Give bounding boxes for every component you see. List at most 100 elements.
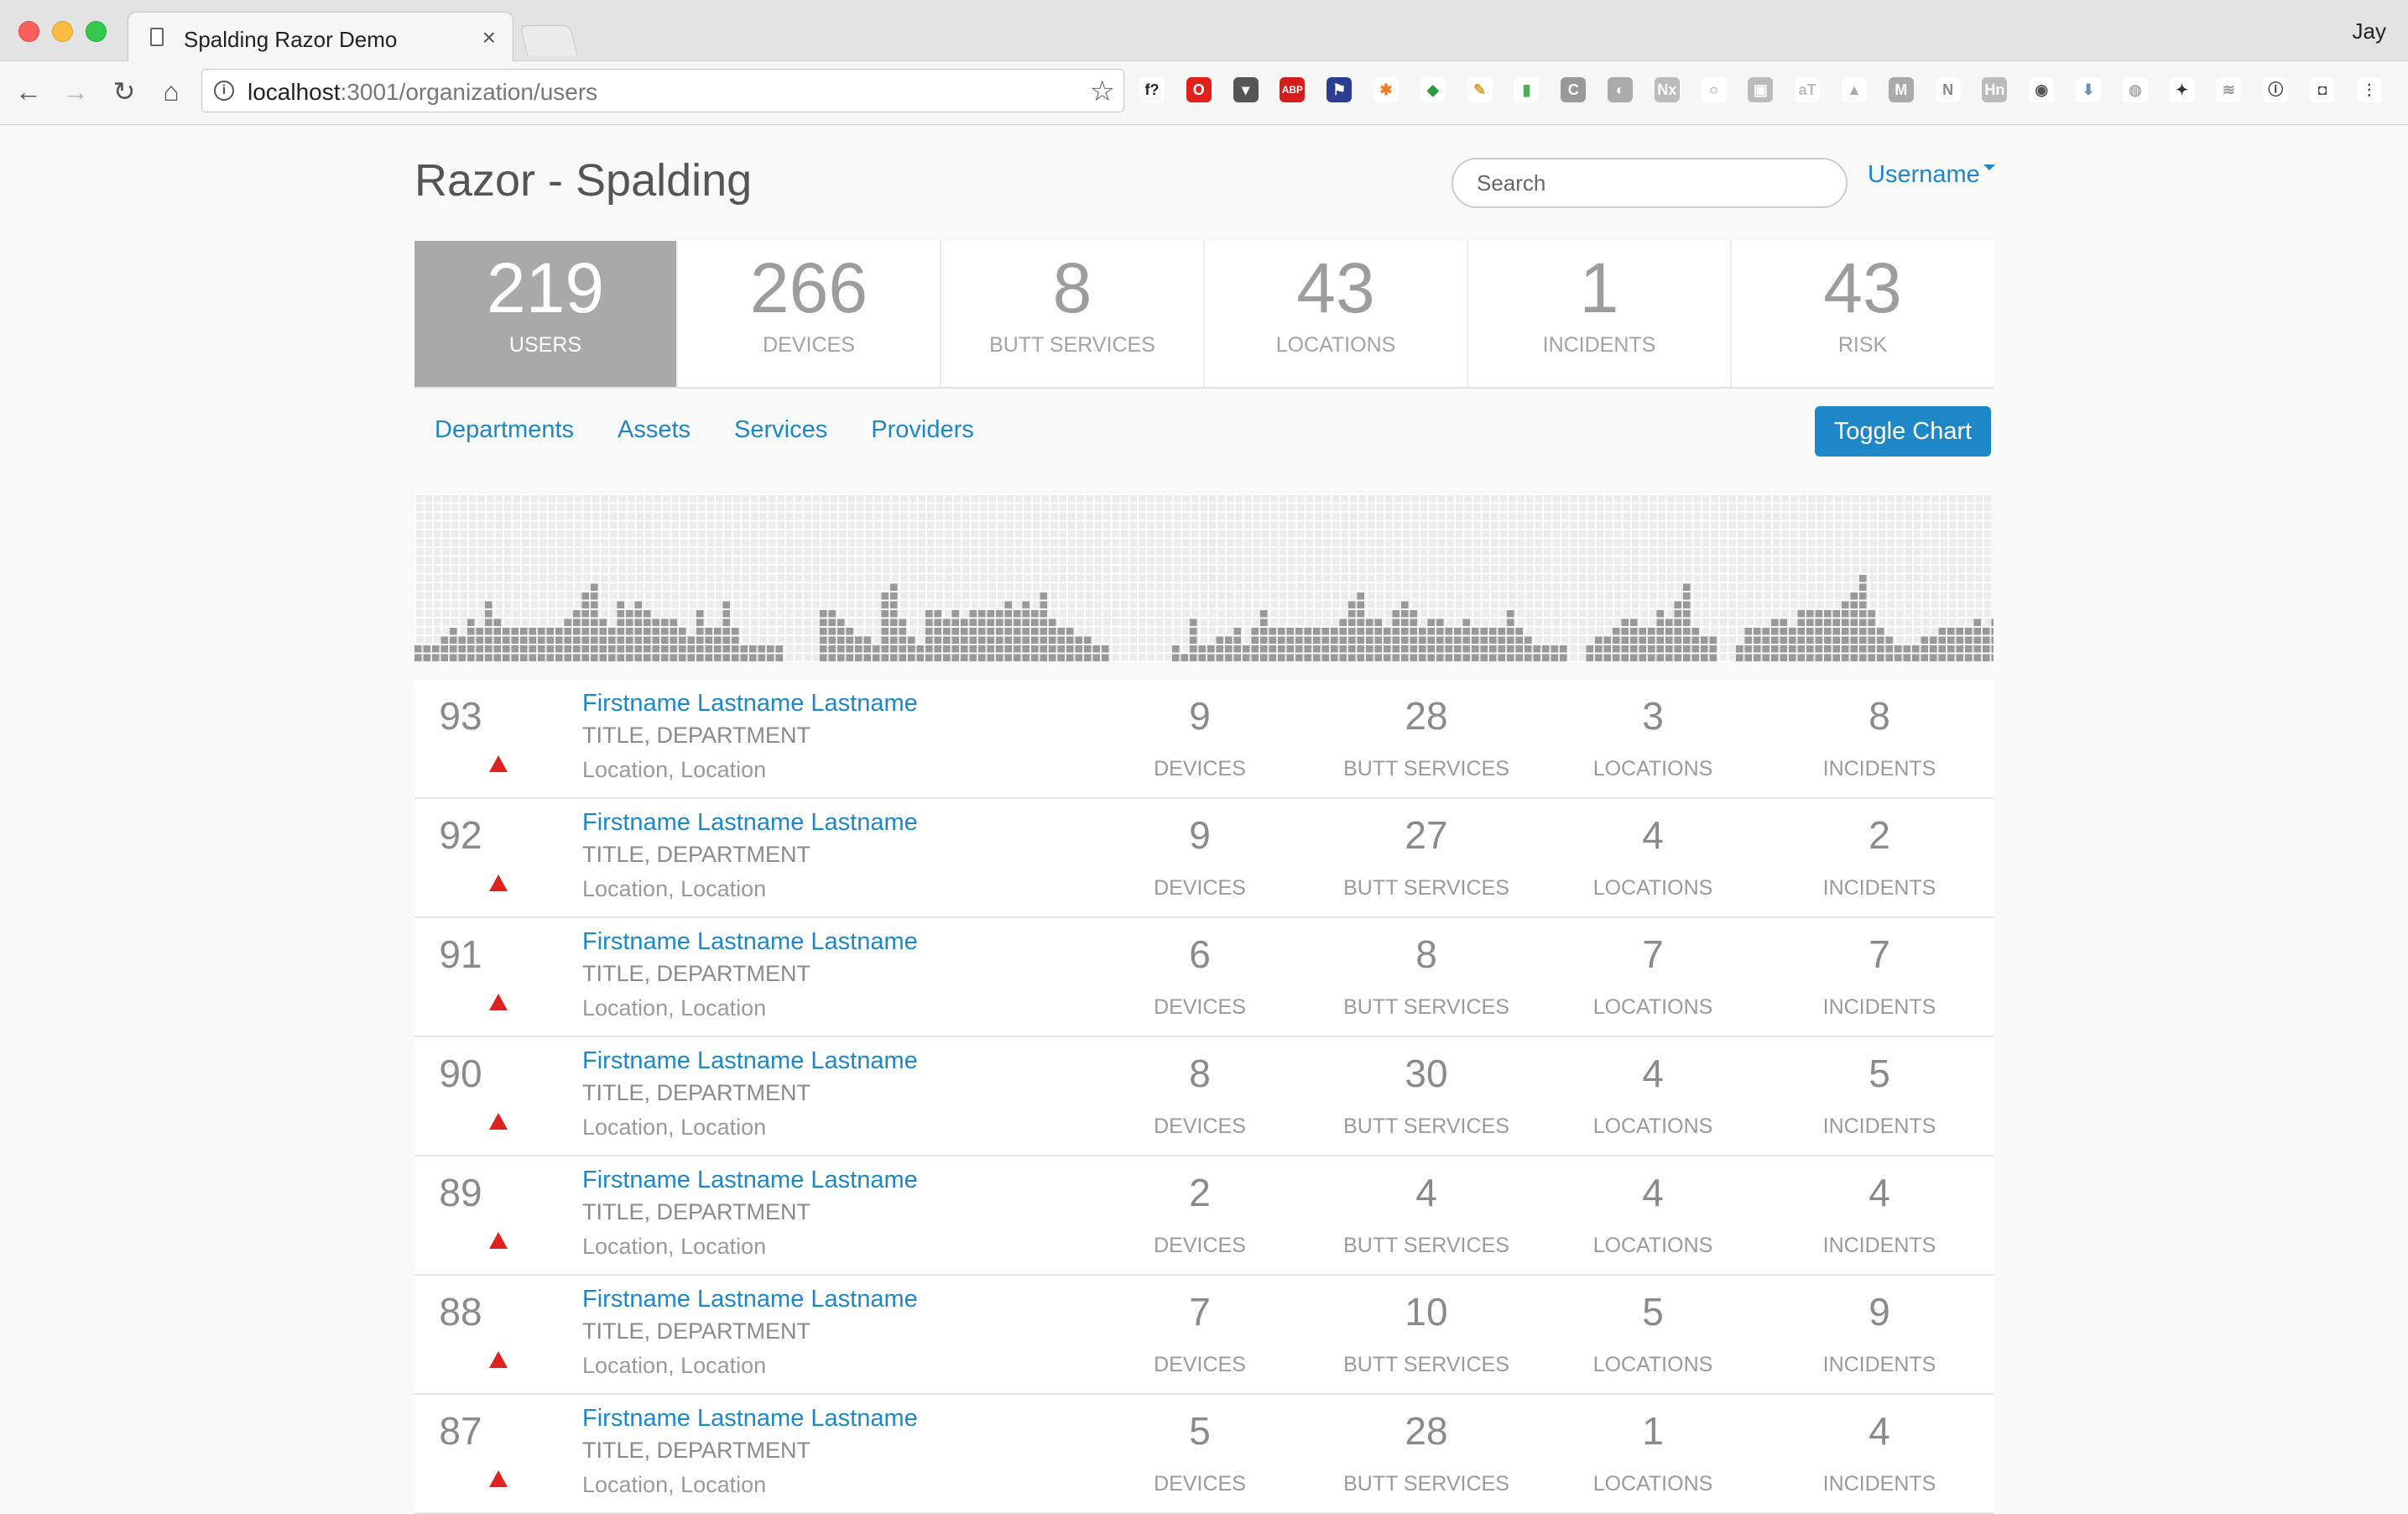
user-name-link[interactable]: Firstname Lastname Lastname (582, 809, 918, 837)
lock-extension-icon[interactable]: ▣ (1748, 77, 1774, 102)
chart-bar-cell (1965, 636, 1973, 644)
forward-icon[interactable]: → (59, 75, 92, 108)
c-extension-icon[interactable]: C (1561, 77, 1587, 102)
chart-bar-cell (837, 628, 845, 635)
chart-bar-cell (881, 645, 889, 653)
menu-icon[interactable]: ⋮ (2356, 77, 2382, 102)
user-row[interactable]: 93 Firstname Lastname Lastname TITLE, DEPA… (414, 680, 1994, 799)
pocket-extension-icon[interactable]: ▾ (1233, 77, 1259, 102)
chart-bar-cell (1190, 636, 1197, 644)
drive-extension-icon[interactable]: ▲ (1842, 77, 1867, 102)
window-close-button[interactable] (18, 21, 39, 42)
chart-bar-cell (1683, 645, 1691, 653)
onepassword-icon[interactable]: ⓘ (2263, 77, 2289, 102)
chart-bar-cell (1762, 654, 1770, 661)
chart-bar-cell (987, 619, 994, 626)
globe-extension-icon[interactable]: ◉ (2029, 77, 2055, 102)
marker-extension-icon[interactable]: ▮ (1514, 77, 1540, 102)
nx-extension-icon[interactable]: Nx (1654, 77, 1680, 102)
browser-tab[interactable]: Spalding Razor Demo × (128, 12, 513, 62)
user-row[interactable]: 90 Firstname Lastname Lastname TITLE, DEPA… (414, 1037, 1994, 1156)
user-row[interactable]: 92 Firstname Lastname Lastname TITLE, DEPA… (414, 799, 1994, 918)
chart-bar-cell (1991, 645, 1994, 653)
stat-users[interactable]: 219 USERS (414, 241, 678, 387)
chart-bar-cell (573, 645, 581, 653)
hn-extension-icon[interactable]: Hn (1982, 77, 2008, 102)
shield-extension-icon[interactable]: ◆ (1420, 77, 1446, 102)
chart-bar-cell (1806, 610, 1814, 618)
ship-extension-icon[interactable]: ≋ (2216, 77, 2242, 102)
info-icon[interactable]: i (214, 81, 234, 101)
user-row[interactable]: 88 Firstname Lastname Lastname TITLE, DEPA… (414, 1276, 1994, 1395)
stat-butt-services[interactable]: 8 BUTT SERVICES (941, 241, 1205, 387)
chart-bar-cell (732, 645, 739, 653)
chart-bar-cell (1366, 654, 1373, 661)
chart-bar-cell (1780, 645, 1787, 653)
ring-extension-icon[interactable]: ○ (1701, 77, 1727, 102)
chart-bar-cell (450, 654, 457, 661)
at-extension-icon[interactable]: aT (1795, 77, 1821, 102)
nav-services[interactable]: Services (734, 416, 827, 444)
stat-incidents[interactable]: 1 INCIDENTS (1468, 241, 1732, 387)
chart-bar-cell (493, 654, 501, 661)
profile-name[interactable]: Jay (2353, 18, 2386, 44)
formula-extension-icon[interactable]: f? (1139, 77, 1165, 102)
toggle-chart-button[interactable]: Toggle Chart (1815, 406, 1991, 457)
user-row[interactable]: 87 Firstname Lastname Lastname TITLE, DEPA… (414, 1395, 1994, 1514)
twitter-icon[interactable]: ✦ (2169, 77, 2195, 102)
star-icon[interactable]: ☆ (1090, 75, 1115, 108)
user-name-link[interactable]: Firstname Lastname Lastname (582, 1405, 918, 1433)
nav-departments[interactable]: Departments (435, 416, 574, 444)
pencil-extension-icon[interactable]: ✎ (1467, 77, 1493, 102)
stat-value: 1 (1579, 248, 1619, 327)
search-input[interactable] (1452, 158, 1848, 208)
adblock-plus-icon[interactable]: ABP (1280, 77, 1306, 102)
user-name-link[interactable]: Firstname Lastname Lastname (582, 1167, 918, 1194)
stat-devices[interactable]: 266 DEVICES (678, 241, 941, 387)
window-maximize-button[interactable] (86, 21, 107, 42)
chart-bar-cell (1797, 636, 1805, 644)
chart-bar-cell (1207, 654, 1215, 661)
window-minimize-button[interactable] (52, 21, 73, 42)
user-name-link[interactable]: Firstname Lastname Lastname (582, 1047, 918, 1075)
chart-bar-cell (1348, 610, 1356, 618)
chart-bar-cell (1410, 610, 1417, 618)
opera-extension-icon[interactable]: O (1186, 77, 1212, 102)
m-extension-icon[interactable]: M (1888, 77, 1914, 102)
new-tab-button[interactable] (519, 25, 578, 55)
chart-bar-cell (1014, 628, 1021, 635)
chart-bar-cell (1744, 654, 1752, 661)
user-name-link[interactable]: Firstname Lastname Lastname (582, 928, 918, 956)
download-extension-icon[interactable]: ⬇ (2076, 77, 2101, 102)
chart-bar-cell (1595, 654, 1603, 661)
compass-extension-icon[interactable]: ◐ (1608, 77, 1633, 102)
user-name-link[interactable]: Firstname Lastname Lastname (582, 690, 918, 718)
chart-bar-cell (591, 601, 598, 608)
username-dropdown[interactable]: Username (1868, 161, 1995, 189)
flag-extension-icon[interactable]: ⚑ (1326, 77, 1353, 102)
tab-close-icon[interactable]: × (482, 24, 496, 51)
user-row[interactable]: 89 Firstname Lastname Lastname TITLE, DEPA… (414, 1156, 1994, 1276)
chart-bar-cell (1286, 654, 1294, 661)
leaf-extension-icon[interactable]: ◍ (2122, 77, 2148, 102)
n-extension-icon[interactable]: N (1935, 77, 1961, 102)
asterisk-extension-icon[interactable]: ✱ (1373, 77, 1399, 102)
chart-bar-cell (450, 636, 457, 644)
reload-icon[interactable]: ↻ (107, 75, 141, 108)
nav-providers[interactable]: Providers (871, 416, 974, 444)
chart-bar-cell (546, 636, 554, 644)
user-row[interactable]: 91 Firstname Lastname Lastname TITLE, DEPA… (414, 918, 1994, 1037)
stat-locations[interactable]: 43 LOCATIONS (1205, 241, 1468, 387)
user-name-link[interactable]: Firstname Lastname Lastname (582, 1286, 918, 1313)
chart-bar-cell (714, 645, 722, 653)
chart-bar-cell (890, 619, 898, 626)
camera-extension-icon[interactable]: ◘ (2310, 77, 2335, 102)
back-icon[interactable]: ← (12, 75, 45, 108)
stat-risk[interactable]: 43 RISK (1732, 241, 1994, 387)
home-icon[interactable]: ⌂ (154, 75, 188, 108)
chart-bar-cell (1842, 628, 1849, 635)
address-bar[interactable]: i localhost:3001/organization/users ☆ (201, 69, 1124, 112)
nav-assets[interactable]: Assets (618, 416, 691, 444)
chart-bar-cell (1040, 628, 1047, 635)
metric-value: 4 (1869, 1409, 1890, 1453)
